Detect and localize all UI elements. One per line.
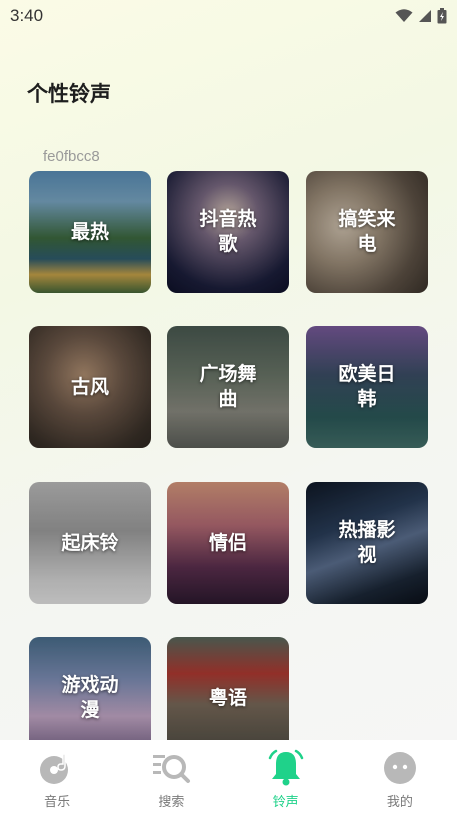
tile-label: 起床铃	[61, 531, 119, 554]
tab-label: 铃声	[272, 795, 299, 810]
tile-label: 粤语	[208, 686, 247, 709]
tab-label: 音乐	[44, 795, 71, 810]
ringtone-category-grid: 最热 抖音热歌 搞笑来电 古风 广场舞曲 欧美日韩 起床铃 情侣 热播影视 游戏…	[0, 0, 457, 740]
tile-label: 搞笑来电	[338, 208, 396, 255]
tile-label: 热播影视	[338, 519, 396, 566]
category-tile-game-anime[interactable]: 游戏动漫	[29, 637, 151, 740]
tab-ringtone[interactable]: 铃声	[229, 748, 343, 810]
category-tile-funny[interactable]: 搞笑来电	[306, 171, 428, 293]
tile-label: 最热	[70, 220, 109, 243]
profile-icon	[380, 748, 420, 788]
category-tile-tv-series[interactable]: 热播影视	[306, 482, 428, 604]
tile-label: 广场舞曲	[199, 363, 257, 410]
category-tile-ancient[interactable]: 古风	[29, 326, 151, 448]
category-tile-couple[interactable]: 情侣	[167, 482, 289, 604]
tab-search[interactable]: 搜索	[114, 748, 228, 810]
bottom-tab-bar: 音乐 搜索 铃声 我的	[0, 740, 457, 814]
category-tile-western-kpop[interactable]: 欧美日韩	[306, 326, 428, 448]
tile-label: 抖音热歌	[199, 208, 257, 255]
music-disc-icon	[37, 748, 77, 788]
bell-icon	[266, 748, 306, 788]
search-icon	[151, 748, 191, 788]
category-tile-alarm[interactable]: 起床铃	[29, 482, 151, 604]
category-tile-hot[interactable]: 最热	[29, 171, 151, 293]
category-tile-cantonese[interactable]: 粤语	[167, 637, 289, 740]
tab-label: 搜索	[158, 795, 185, 810]
category-tile-square-dance[interactable]: 广场舞曲	[167, 326, 289, 448]
category-tile-douyin[interactable]: 抖音热歌	[167, 171, 289, 293]
tile-label: 情侣	[208, 531, 247, 554]
tab-music[interactable]: 音乐	[0, 748, 114, 810]
tile-label: 游戏动漫	[61, 674, 119, 721]
tile-label: 欧美日韩	[338, 363, 396, 410]
tile-label: 古风	[70, 375, 109, 398]
tab-profile[interactable]: 我的	[343, 748, 457, 810]
tab-label: 我的	[386, 795, 413, 810]
